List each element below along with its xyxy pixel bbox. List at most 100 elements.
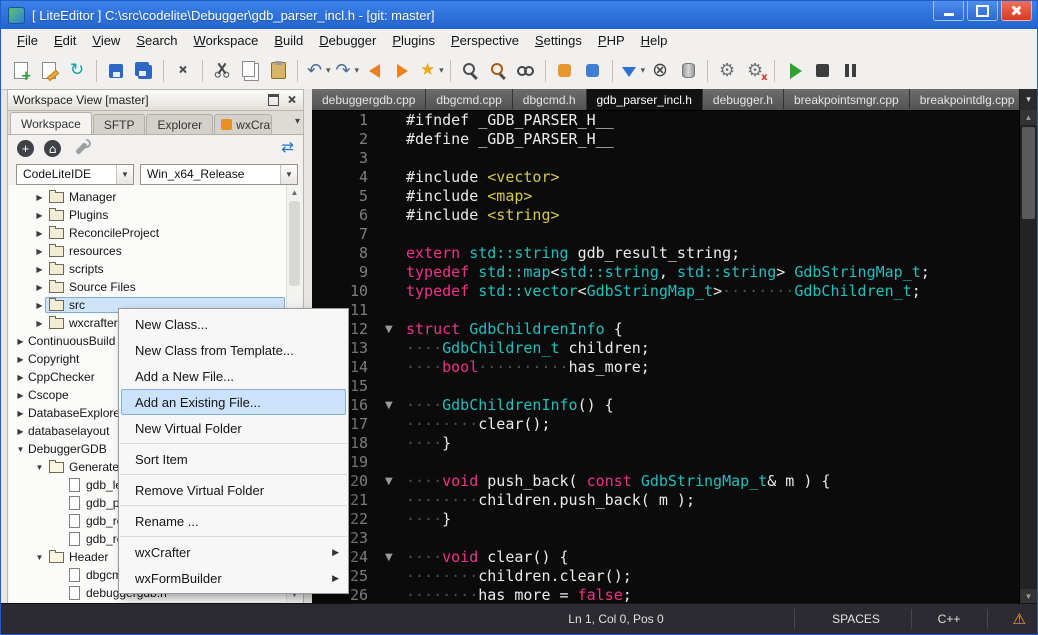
project-dropdown[interactable]: CodeLiteIDE ▼ — [16, 164, 134, 185]
menu-build[interactable]: Build — [266, 30, 311, 51]
find-in-files-button[interactable] — [513, 57, 539, 84]
context-menu-item-new-class-from-template[interactable]: New Class from Template... — [119, 337, 348, 363]
code-line[interactable]: 3 — [312, 149, 1020, 168]
tree-expand-arrow-icon[interactable]: ▶ — [34, 193, 45, 202]
scroll-down-icon[interactable]: ▼ — [1020, 589, 1037, 604]
tab-sftp[interactable]: SFTP — [93, 114, 146, 134]
code-line[interactable]: 14····bool··········has_more; — [312, 358, 1020, 377]
code-line[interactable]: 4#include <vector> — [312, 168, 1020, 187]
minimize-button[interactable] — [933, 1, 964, 21]
cut-button[interactable] — [209, 57, 235, 84]
tree-expand-arrow-icon[interactable]: ▶ — [34, 283, 45, 292]
code-line[interactable]: 21········children.push_back( m ); — [312, 491, 1020, 510]
code-line[interactable]: 16▼····GdbChildrenInfo() { — [312, 396, 1020, 415]
settings-button[interactable] — [71, 138, 91, 158]
code-editor[interactable]: 1#ifndef _GDB_PARSER_H__2#define _GDB_PA… — [312, 110, 1020, 604]
float-panel-icon[interactable] — [268, 94, 279, 106]
fold-arrow-icon[interactable]: ▼ — [376, 472, 406, 491]
add-item-button[interactable] — [17, 140, 34, 157]
menu-debugger[interactable]: Debugger — [311, 30, 384, 51]
warning-icon[interactable] — [1013, 604, 1026, 634]
nav-forward-button[interactable] — [389, 57, 415, 84]
panel-tabs-overflow-button[interactable]: ▾ — [295, 116, 300, 127]
close-file-button[interactable] — [170, 57, 196, 84]
tree-item-reconcileproject[interactable]: ▶ReconcileProject — [9, 224, 302, 242]
menu-workspace[interactable]: Workspace — [186, 30, 267, 51]
build-settings-button[interactable]: ⚙ — [714, 57, 740, 84]
editor-tab-dbgcmd-cpp[interactable]: dbgcmd.cpp — [426, 89, 512, 110]
menu-settings[interactable]: Settings — [527, 30, 590, 51]
tree-expand-arrow-icon[interactable]: ▶ — [34, 265, 45, 274]
menu-file[interactable]: File — [9, 30, 46, 51]
editor-tab-debuggergdb-cpp[interactable]: debuggergdb.cpp — [312, 89, 426, 110]
tree-expand-arrow-icon[interactable]: ▶ — [15, 337, 26, 346]
tab-workspace[interactable]: Workspace — [10, 112, 92, 134]
code-line[interactable]: 24▼····void clear() { — [312, 548, 1020, 567]
paste-button[interactable] — [265, 57, 291, 84]
find-replace-button[interactable] — [485, 57, 511, 84]
tab-explorer[interactable]: Explorer — [146, 114, 213, 134]
copy-button[interactable] — [237, 57, 263, 84]
menu-php[interactable]: PHP — [590, 30, 633, 51]
code-line[interactable]: 11 — [312, 301, 1020, 320]
clean-button[interactable] — [675, 57, 701, 84]
find-button[interactable] — [457, 57, 483, 84]
reload-button[interactable]: ↻ — [64, 57, 90, 84]
code-line[interactable]: 12▼struct GdbChildrenInfo { — [312, 320, 1020, 339]
context-menu-item-new-virtual-folder[interactable]: New Virtual Folder — [119, 415, 348, 441]
code-line[interactable]: 13····GdbChildren_t children; — [312, 339, 1020, 358]
tree-expand-arrow-icon[interactable]: ▶ — [34, 247, 45, 256]
editor-scrollbar[interactable]: ▲ ▼ — [1019, 110, 1037, 604]
code-line[interactable]: 17········clear(); — [312, 415, 1020, 434]
tree-expand-arrow-icon[interactable]: ▶ — [34, 319, 45, 328]
menu-search[interactable]: Search — [128, 30, 185, 51]
editor-tab-breakpointdlg-cpp[interactable]: breakpointdlg.cpp — [910, 89, 1026, 110]
tree-scrollbar-thumb[interactable] — [289, 201, 300, 286]
editor-tab-breakpointsmgr-cpp[interactable]: breakpointsmgr.cpp — [784, 89, 910, 110]
stop-button[interactable] — [809, 57, 835, 84]
new-file-button[interactable] — [8, 57, 34, 84]
code-line[interactable]: 2#define _GDB_PARSER_H__ — [312, 130, 1020, 149]
fold-arrow-icon[interactable]: ▼ — [376, 320, 406, 339]
code-line[interactable]: 22····} — [312, 510, 1020, 529]
context-menu-item-rename[interactable]: Rename ... — [119, 508, 348, 534]
tree-expand-arrow-icon[interactable]: ▶ — [34, 301, 45, 310]
context-menu-item-sort-item[interactable]: Sort Item — [119, 446, 348, 472]
context-menu-item-wxformbuilder[interactable]: wxFormBuilder▶ — [119, 565, 348, 591]
menu-plugins[interactable]: Plugins — [384, 30, 443, 51]
tree-collapse-arrow-icon[interactable]: ▼ — [15, 445, 26, 454]
open-file-button[interactable] — [36, 57, 62, 84]
scroll-up-icon[interactable]: ▲ — [1020, 110, 1037, 125]
tree-item-manager[interactable]: ▶Manager — [9, 188, 302, 206]
bookmark-button[interactable]: ★▾ — [417, 57, 444, 84]
code-line[interactable]: 26········has_more = false; — [312, 586, 1020, 604]
run-button[interactable] — [781, 57, 807, 84]
editor-tab-dbgcmd-h[interactable]: dbgcmd.h — [513, 89, 587, 110]
fold-arrow-icon[interactable]: ▼ — [376, 548, 406, 567]
code-line[interactable]: 6#include <string> — [312, 206, 1020, 225]
code-line[interactable]: 5#include <map> — [312, 187, 1020, 206]
code-line[interactable]: 25········children.clear(); — [312, 567, 1020, 586]
find-resource-button[interactable] — [552, 57, 578, 84]
code-line[interactable]: 18····} — [312, 434, 1020, 453]
tree-item-source-files[interactable]: ▶Source Files — [9, 278, 302, 296]
fold-arrow-icon[interactable]: ▼ — [376, 396, 406, 415]
link-editor-button[interactable] — [281, 138, 294, 156]
cancel-build-button[interactable]: ⚙ — [742, 57, 768, 84]
code-line[interactable]: 19 — [312, 453, 1020, 472]
tree-expand-arrow-icon[interactable]: ▶ — [15, 427, 26, 436]
redo-button[interactable]: ↷▾ — [333, 57, 360, 84]
tree-expand-arrow-icon[interactable]: ▶ — [15, 391, 26, 400]
tree-collapse-arrow-icon[interactable]: ▼ — [34, 463, 45, 472]
editor-tabs-overflow-button[interactable]: ▾ — [1019, 89, 1037, 110]
configuration-dropdown[interactable]: Win_x64_Release ▼ — [140, 164, 298, 185]
menu-help[interactable]: Help — [633, 30, 676, 51]
tree-expand-arrow-icon[interactable]: ▶ — [15, 355, 26, 364]
tree-expand-arrow-icon[interactable]: ▶ — [15, 373, 26, 382]
tree-expand-arrow-icon[interactable]: ▶ — [34, 211, 45, 220]
scroll-up-icon[interactable]: ▲ — [287, 186, 302, 199]
menu-perspective[interactable]: Perspective — [443, 30, 527, 51]
build-button[interactable]: ▾ — [619, 57, 646, 84]
context-menu-item-add-an-existing-file[interactable]: Add an Existing File... — [121, 389, 346, 415]
context-menu-item-new-class[interactable]: New Class... — [119, 311, 348, 337]
